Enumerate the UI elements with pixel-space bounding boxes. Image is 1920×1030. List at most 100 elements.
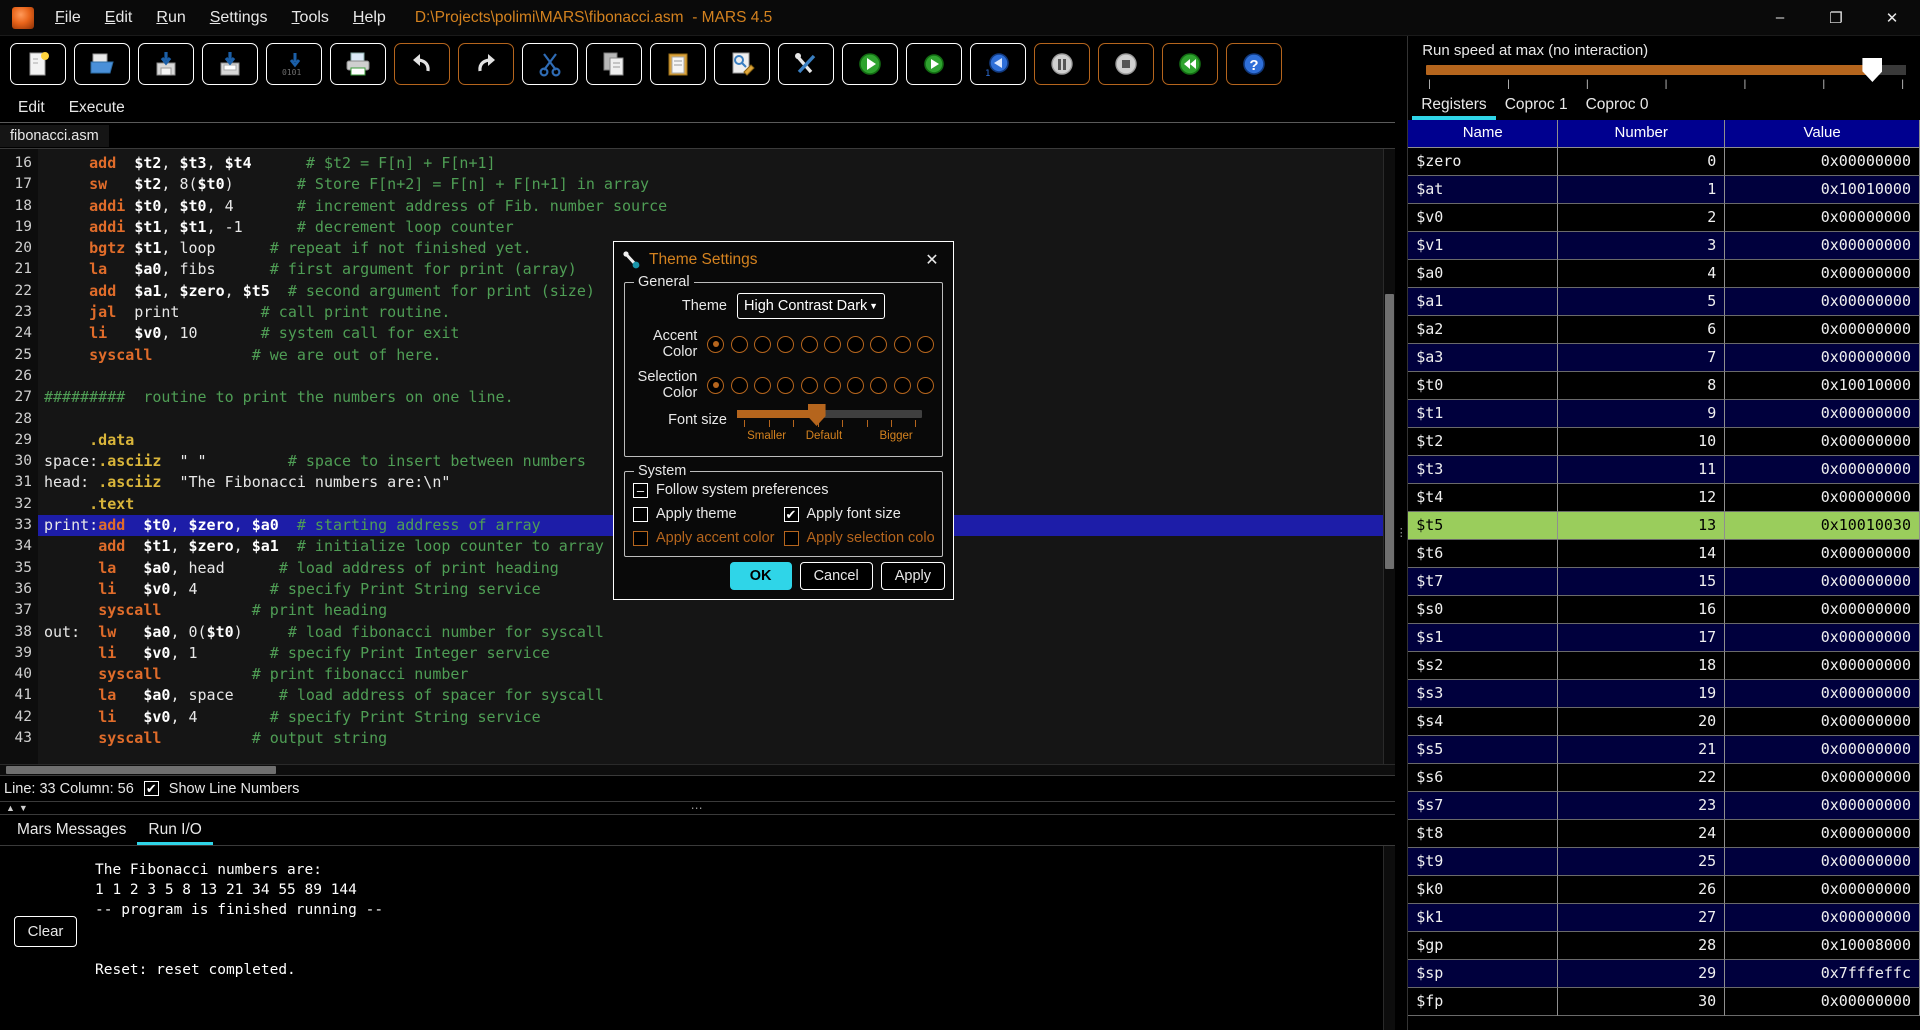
save-file-button[interactable] [138,43,194,85]
pane-splitter[interactable]: ▲▼ ⋯ [0,801,1396,815]
code-line[interactable]: addi $t0, $t0, 4 # increment address of … [38,196,1395,217]
selection-swatch-7[interactable] [870,376,888,394]
column-header-number[interactable]: Number [1558,120,1726,148]
code-line[interactable]: syscall # print fibonacci number [38,664,1395,685]
tab-coproc-0[interactable]: Coproc 0 [1577,93,1658,120]
selection-color-swatches[interactable] [707,376,934,394]
tab-run-io[interactable]: Run I/O [137,818,214,845]
table-row[interactable]: $t0 8 0x10010000 [1408,372,1920,400]
apply-font-size-checkbox[interactable]: ✔ [783,506,799,522]
apply-accent-color-checkbox[interactable] [633,530,648,546]
selection-swatch-5[interactable] [823,376,841,394]
save-as-button[interactable] [202,43,258,85]
dialog-close-button[interactable]: ✕ [919,247,945,273]
code-line[interactable]: add $t2, $t3, $t4 # $t2 = F[n] + F[n+1] [38,153,1395,174]
assemble-button[interactable] [778,43,834,85]
selection-swatch-4[interactable] [800,376,818,394]
menu-item-file[interactable]: File [44,4,92,32]
font-size-track[interactable] [737,404,922,426]
open-file-button[interactable] [74,43,130,85]
code-line[interactable]: li $v0, 1 # specify Print Integer servic… [38,643,1395,664]
theme-select[interactable]: High Contrast Dark ▼ [737,293,885,319]
accent-swatch-7[interactable] [870,335,888,353]
show-line-numbers-checkbox[interactable]: ✔ [143,781,159,796]
table-row[interactable]: $s1 17 0x00000000 [1408,624,1920,652]
table-row[interactable]: $at 1 0x10010000 [1408,176,1920,204]
cancel-button[interactable]: Cancel [799,562,873,590]
table-row[interactable]: $a3 7 0x00000000 [1408,344,1920,372]
tab-edit[interactable]: Edit [6,96,57,122]
accent-swatch-4[interactable] [800,335,818,353]
accent-swatch-5[interactable] [823,335,841,353]
table-row[interactable]: $gp 28 0x10008000 [1408,932,1920,960]
accent-swatch-0[interactable] [707,335,725,353]
table-row[interactable]: $fp 30 0x00000000 [1408,988,1920,1016]
table-row[interactable]: $k0 26 0x00000000 [1408,876,1920,904]
file-tab-fibonacci[interactable]: fibonacci.asm [0,124,109,147]
horizontal-splitter[interactable]: ⋮ [1395,36,1408,1030]
accent-color-swatches[interactable] [707,335,934,353]
table-row[interactable]: $t1 9 0x00000000 [1408,400,1920,428]
console-vertical-scrollbar[interactable] [1383,846,1396,1030]
tab-registers[interactable]: Registers [1412,93,1497,120]
run-speed-slider[interactable] [1426,58,1906,82]
table-row[interactable]: $a0 4 0x00000000 [1408,260,1920,288]
print-button[interactable] [330,43,386,85]
table-row[interactable]: $t2 10 0x00000000 [1408,428,1920,456]
accent-swatch-1[interactable] [730,335,748,353]
selection-swatch-9[interactable] [917,376,934,394]
accent-swatch-6[interactable] [847,335,865,353]
code-line[interactable]: addi $t1, $t1, -1 # decrement loop count… [38,217,1395,238]
tab-mars-messages[interactable]: Mars Messages [6,818,137,845]
splitter-arrows-icon[interactable]: ▲▼ [6,803,32,813]
copy-button[interactable] [586,43,642,85]
clear-button[interactable]: Clear [14,916,77,947]
table-row[interactable]: $a2 6 0x00000000 [1408,316,1920,344]
ok-button[interactable]: OK [729,562,792,590]
code-line[interactable]: out: lw $a0, 0($t0) # load fibonacci num… [38,622,1395,643]
reset-button[interactable] [1162,43,1218,85]
table-row[interactable]: $t9 25 0x00000000 [1408,848,1920,876]
code-line[interactable]: la $a0, space # load address of spacer f… [38,685,1395,706]
selection-swatch-3[interactable] [777,376,795,394]
pause-button[interactable] [1034,43,1090,85]
run-button[interactable] [842,43,898,85]
find-replace-button[interactable] [714,43,770,85]
console-output-area[interactable]: The Fibonacci numbers are: 1 1 2 3 5 8 1… [0,845,1396,1030]
editor-vscroll-thumb[interactable] [1385,294,1395,569]
table-row[interactable]: $s5 21 0x00000000 [1408,736,1920,764]
table-row[interactable]: $t3 11 0x00000000 [1408,456,1920,484]
accent-swatch-2[interactable] [753,335,771,353]
selection-swatch-1[interactable] [730,376,748,394]
table-row[interactable]: $s7 23 0x00000000 [1408,792,1920,820]
close-button[interactable]: ✕ [1864,0,1920,36]
cut-button[interactable] [522,43,578,85]
table-row[interactable]: $t4 12 0x00000000 [1408,484,1920,512]
accent-swatch-3[interactable] [777,335,795,353]
menu-item-edit[interactable]: Edit [94,4,144,32]
editor-hscroll-thumb[interactable] [6,766,276,774]
step-button[interactable] [906,43,962,85]
menu-item-help[interactable]: Help [342,4,397,32]
column-header-value[interactable]: Value [1725,120,1920,148]
table-row[interactable]: $s0 16 0x00000000 [1408,596,1920,624]
table-row[interactable]: $sp 29 0x7fffeffc [1408,960,1920,988]
apply-selection-color-checkbox[interactable] [783,530,799,546]
table-row[interactable]: $v0 2 0x00000000 [1408,204,1920,232]
undo-button[interactable] [394,43,450,85]
table-row[interactable]: $k1 27 0x00000000 [1408,904,1920,932]
accent-swatch-8[interactable] [893,335,911,353]
paste-button[interactable] [650,43,706,85]
table-row[interactable]: $t8 24 0x00000000 [1408,820,1920,848]
code-line[interactable]: sw $t2, 8($t0) # Store F[n+2] = F[n] + F… [38,174,1395,195]
help-button[interactable]: ? [1226,43,1282,85]
table-row[interactable]: $s4 20 0x00000000 [1408,708,1920,736]
table-row[interactable]: $v1 3 0x00000000 [1408,232,1920,260]
table-row[interactable]: $t7 15 0x00000000 [1408,568,1920,596]
stop-button[interactable] [1098,43,1154,85]
menu-item-run[interactable]: Run [145,4,196,32]
follow-system-checkbox[interactable]: – [633,482,648,498]
apply-theme-checkbox[interactable] [633,506,648,522]
menu-item-settings[interactable]: Settings [199,4,279,32]
maximize-button[interactable]: ❐ [1808,0,1864,36]
